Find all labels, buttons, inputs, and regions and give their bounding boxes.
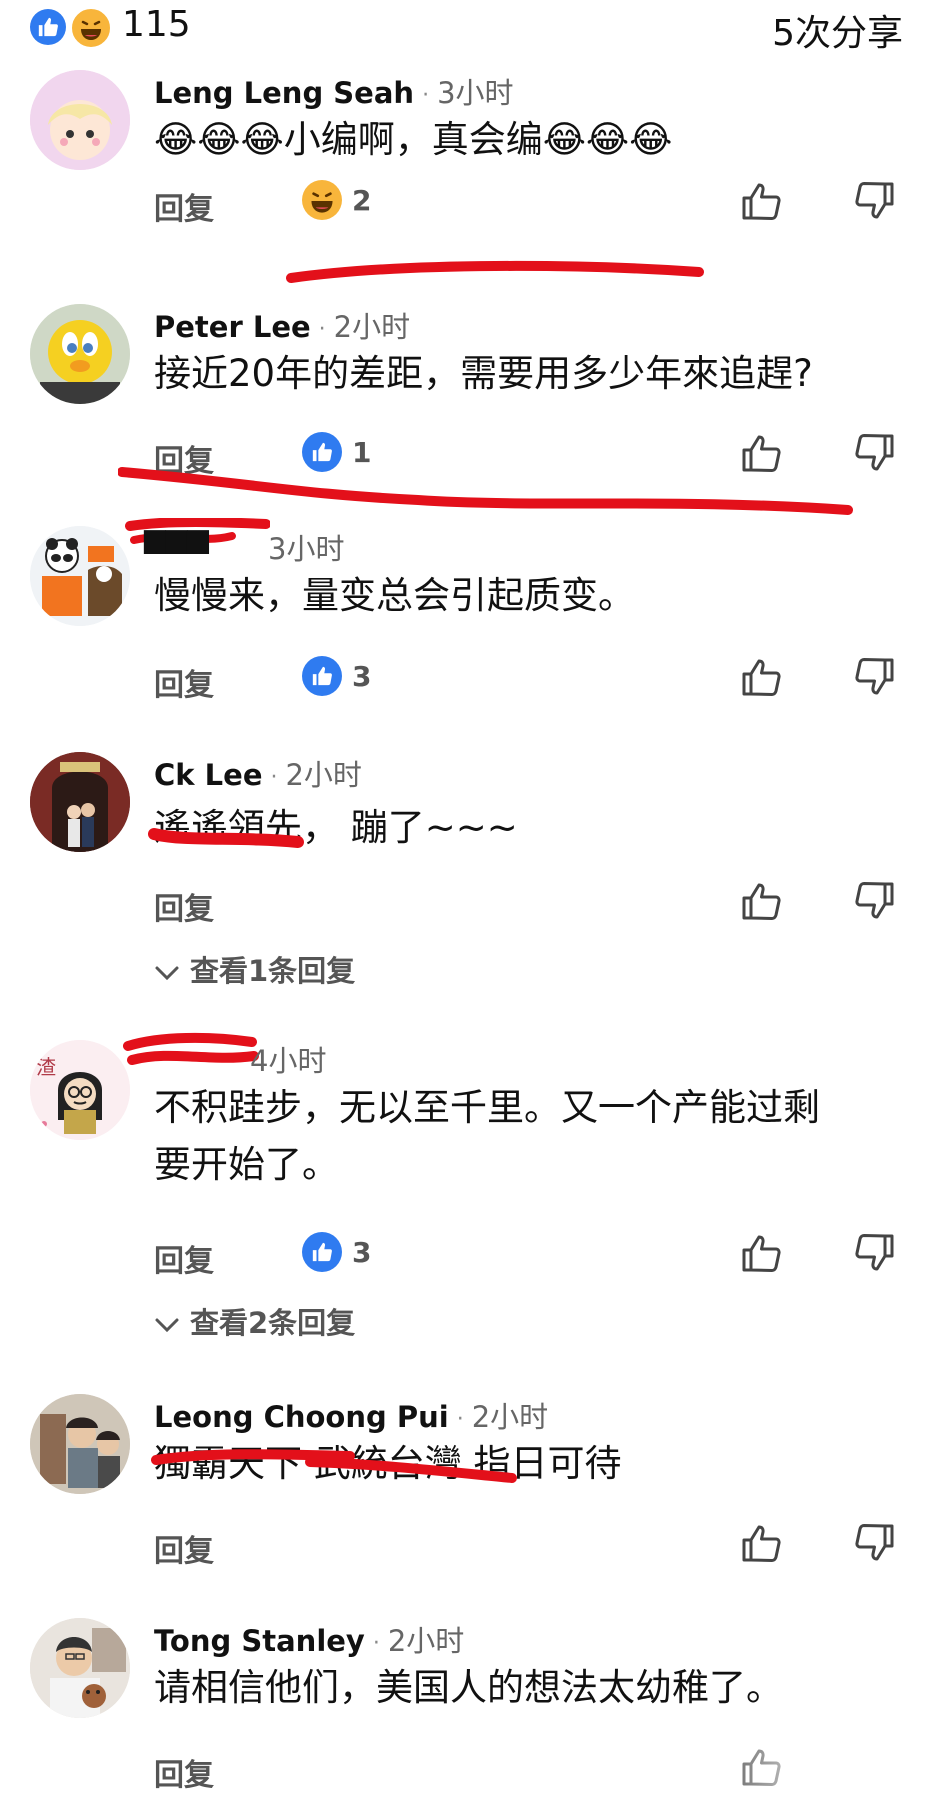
author-line: Leong Choong Pui · 2小时 [154, 1394, 548, 1436]
red-underline-annotation [118, 467, 853, 515]
reaction-total-count[interactable]: 115 [122, 4, 191, 45]
avatar[interactable] [30, 526, 130, 626]
like-reaction-icon[interactable] [302, 656, 342, 696]
watermark-fade [700, 1740, 933, 1802]
reaction-count[interactable]: 2 [352, 184, 371, 217]
comment-text-line-1: 不积跬步，无以至千里。又一个产能过剩 [154, 1086, 820, 1129]
author-line: Tong Stanley · 2小时 [154, 1618, 464, 1660]
view-replies-label: 查看2条回复 [190, 1306, 356, 1340]
author-line: Peter Lee · 2小时 [154, 304, 410, 346]
reply-button[interactable]: 回复 [154, 1750, 214, 1794]
comment-time: 2小时 [333, 310, 411, 344]
chevron-down-icon [155, 1318, 179, 1333]
comment-actions: 回复 2 [154, 178, 914, 228]
like-reaction-icon[interactable] [30, 9, 66, 45]
view-replies-link[interactable]: 查看2条回复 [154, 1300, 355, 1342]
separator-dot: · [270, 764, 278, 790]
thumbs-down-icon[interactable] [852, 178, 898, 224]
svg-text:▇▇▇: ▇▇▇ [143, 526, 209, 554]
view-replies-link[interactable]: 查看1条回复 [154, 948, 355, 990]
comment-time: 2小时 [387, 1624, 465, 1658]
thumbs-down-icon[interactable] [852, 878, 898, 924]
comment-time: 4小时 [250, 1044, 327, 1078]
author-name[interactable]: Peter Lee [154, 310, 311, 344]
comment-actions: 回复 3 [154, 1230, 914, 1280]
comment-time: 3小时 [437, 76, 514, 110]
reactions-bar: 115 5次分享 [0, 0, 933, 54]
red-underline-annotation [286, 260, 704, 283]
reply-button[interactable]: 回复 [154, 660, 214, 704]
comment-text: 😂😂😂小编啊，真会编😂😂😂 [154, 118, 673, 161]
share-count[interactable]: 5次分享 [772, 4, 903, 56]
separator-dot: · [456, 1406, 464, 1432]
chevron-down-icon [155, 966, 179, 981]
reaction-count[interactable]: 3 [352, 1236, 371, 1269]
reply-button[interactable]: 回复 [154, 1236, 214, 1280]
svg-text:渣: 渣 [36, 1055, 56, 1079]
haha-reaction-icon[interactable] [70, 7, 112, 49]
red-strikethrough-annotation [148, 828, 304, 848]
comment-text: 接近20年的差距，需要用多少年來追趕? [154, 352, 813, 395]
redacted-author-name[interactable]: ▇▇▇ [120, 518, 270, 554]
separator-dot: · [422, 82, 430, 108]
author-name[interactable]: Tong Stanley [154, 1624, 365, 1658]
separator-dot: · [318, 316, 326, 342]
red-strikethrough-annotation [151, 1449, 517, 1483]
comment-text: 请相信他们，美国人的想法太幼稚了。 [154, 1666, 783, 1709]
thumbs-down-icon[interactable] [852, 430, 898, 476]
thumbs-up-icon[interactable] [738, 654, 784, 700]
comment-text-line-2: 要开始了。 [154, 1143, 339, 1186]
comment-actions: 回复 [154, 878, 914, 928]
avatar[interactable] [30, 1394, 130, 1494]
author-line: 4小时 [250, 1038, 326, 1080]
avatar[interactable] [30, 752, 130, 852]
redacted-author-name[interactable] [120, 1032, 260, 1072]
thumbs-down-icon[interactable] [852, 1230, 898, 1276]
thumbs-up-icon[interactable] [738, 1520, 784, 1566]
separator-dot: · [372, 1630, 380, 1656]
avatar[interactable] [30, 304, 130, 404]
like-reaction-icon[interactable] [302, 1232, 342, 1272]
author-name[interactable]: Leong Choong Pui [154, 1400, 449, 1434]
author-name[interactable]: Ck Lee [154, 758, 262, 792]
thumbs-down-icon[interactable] [852, 1520, 898, 1566]
author-line: 3小时 [268, 526, 344, 568]
author-name[interactable]: Leng Leng Seah [154, 76, 414, 110]
haha-reaction-icon[interactable] [302, 180, 342, 220]
author-line: Leng Leng Seah · 3小时 [154, 70, 514, 112]
author-line: Ck Lee · 2小时 [154, 752, 362, 794]
comment-actions: 回复 [154, 1520, 914, 1570]
reaction-count[interactable]: 3 [352, 660, 371, 693]
avatar[interactable] [30, 70, 130, 170]
comment-time: 2小时 [285, 758, 362, 792]
view-replies-label: 查看1条回复 [190, 954, 356, 988]
thumbs-up-icon[interactable] [738, 1230, 784, 1276]
reply-button[interactable]: 回复 [154, 1526, 214, 1570]
avatar[interactable]: 渣 [30, 1040, 130, 1140]
comment-time: 3小时 [268, 532, 345, 566]
thumbs-up-icon[interactable] [738, 178, 784, 224]
reply-button[interactable]: 回复 [154, 884, 214, 928]
avatar[interactable] [30, 1618, 130, 1718]
comment-actions: 回复 3 [154, 654, 914, 704]
thumbs-up-icon[interactable] [738, 878, 784, 924]
comment-text: 慢慢来，量变总会引起质变。 [154, 574, 635, 617]
comment-time: 2小时 [471, 1400, 549, 1434]
reply-button[interactable]: 回复 [154, 184, 214, 228]
thumbs-down-icon[interactable] [852, 654, 898, 700]
